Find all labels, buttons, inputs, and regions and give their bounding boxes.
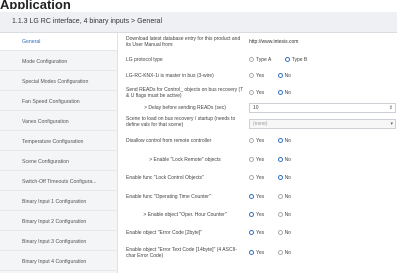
radio-option[interactable]: Yes	[249, 138, 264, 144]
param-label: Enable object "Error Code [2byte]"	[126, 230, 203, 236]
lock-control-radio-group: Yes No	[249, 175, 303, 181]
chevron-down-icon: ▾	[390, 121, 393, 127]
param-label: > Delay before sending READs (sec)	[144, 105, 226, 111]
radio-option[interactable]: Yes	[249, 212, 264, 218]
radio-icon	[277, 230, 283, 235]
param-label: LG-RC-KNX-1i is master in bus (3-wire)	[126, 73, 214, 79]
param-label: Download latest database entry for this …	[126, 36, 241, 48]
sidebar-item[interactable]: Fan Speed Configuration	[0, 93, 117, 111]
window-title: Application	[0, 0, 397, 9]
lg-protocol-radio-group: Type A Type B	[249, 57, 319, 63]
op-time-radio-group: Yes No	[249, 194, 303, 200]
sidebar: General Mode Configuration Special Modes C…	[0, 33, 118, 273]
param-label: Scene to load on bus recovery / startup …	[126, 116, 236, 128]
radio-option[interactable]: No	[277, 90, 291, 96]
radio-option[interactable]: No	[277, 138, 291, 144]
radio-icon	[277, 194, 283, 199]
radio-icon	[249, 175, 254, 180]
lock-remote-radio-group: Yes No	[249, 157, 303, 163]
radio-option[interactable]: No	[277, 157, 291, 163]
radio-icon	[277, 138, 283, 143]
sidebar-item[interactable]: General	[0, 33, 117, 51]
param-label: Enable func "Lock Control Objects"	[126, 175, 204, 181]
send-reads-radio-group: Yes No	[249, 90, 303, 96]
radio-option[interactable]: Type A	[249, 57, 271, 63]
radio-option[interactable]: Yes	[249, 157, 264, 163]
param-label: Enable func "Operating Time Counter"	[126, 194, 211, 200]
param-label: > Enable object "Oper. Hour Counter"	[143, 212, 227, 218]
radio-icon	[249, 212, 254, 217]
radio-option[interactable]: Yes	[249, 175, 264, 181]
param-label: Disallow control from remote controller	[126, 138, 212, 144]
radio-icon	[277, 90, 283, 95]
radio-option[interactable]: Yes	[249, 90, 264, 96]
radio-option[interactable]: Type B	[284, 57, 307, 63]
breadcrumb: 1.1.3 LG RC interface, 4 binary inputs >…	[0, 12, 397, 33]
error-text-radio-group: Yes No	[249, 250, 303, 256]
radio-option[interactable]: No	[277, 230, 291, 236]
radio-option[interactable]: Yes	[249, 250, 264, 256]
error-code-radio-group: Yes No	[249, 230, 303, 236]
radio-option[interactable]: No	[277, 194, 291, 200]
param-label: > Enable "Lock Remote" objects	[149, 157, 221, 163]
radio-icon	[249, 90, 254, 95]
scene-select[interactable]: (none) ▾	[249, 119, 396, 129]
sidebar-item[interactable]: Switch-Off Timeouts Configura...	[0, 173, 117, 191]
radio-option[interactable]: No	[277, 175, 291, 181]
radio-icon	[249, 57, 254, 62]
download-link[interactable]: http://www.intesis.com	[249, 39, 298, 45]
master-radio-group: Yes No	[249, 73, 303, 79]
radio-icon	[277, 250, 283, 255]
sidebar-item[interactable]: Binary Input 1 Configuration	[0, 193, 117, 211]
radio-icon	[249, 194, 254, 199]
sidebar-item[interactable]: Special Modes Configuration	[0, 73, 117, 91]
param-label: Send READs for Control_ objects on bus r…	[126, 87, 244, 99]
sidebar-item[interactable]: Scene Configuration	[0, 153, 117, 171]
radio-icon	[277, 212, 283, 217]
radio-option[interactable]: No	[277, 250, 291, 256]
spinner-icon[interactable]: ⇕	[389, 104, 393, 112]
delay-input[interactable]: 10 ⇕	[249, 103, 396, 113]
disallow-radio-group: Yes No	[249, 138, 303, 144]
radio-icon	[284, 57, 290, 62]
radio-option[interactable]: Yes	[249, 73, 264, 79]
radio-icon	[249, 250, 254, 255]
radio-option[interactable]: Yes	[249, 194, 264, 200]
radio-icon	[277, 157, 283, 162]
sidebar-item[interactable]: Binary Input 4 Configuration	[0, 253, 117, 271]
radio-icon	[249, 157, 254, 162]
radio-option[interactable]: Yes	[249, 230, 264, 236]
radio-icon	[277, 73, 283, 78]
sidebar-item[interactable]: Binary Input 2 Configuration	[0, 213, 117, 231]
sidebar-item[interactable]: Binary Input 3 Configuration	[0, 233, 117, 251]
sidebar-item[interactable]: Mode Configuration	[0, 53, 117, 71]
radio-icon	[249, 73, 254, 78]
op-hour-radio-group: Yes No	[249, 212, 303, 218]
radio-option[interactable]: No	[277, 212, 291, 218]
param-label: LG protocol type	[126, 57, 163, 63]
radio-icon	[277, 175, 283, 180]
sidebar-item[interactable]: Temperature Configuration	[0, 133, 117, 151]
radio-icon	[249, 230, 254, 235]
sidebar-item[interactable]: Vanes Configuration	[0, 113, 117, 131]
breadcrumb-text: 1.1.3 LG RC interface, 4 binary inputs >…	[12, 18, 162, 25]
radio-option[interactable]: No	[277, 73, 291, 79]
radio-icon	[249, 138, 254, 143]
param-label: Enable object "Error Text Code [14byte]"…	[126, 247, 238, 259]
